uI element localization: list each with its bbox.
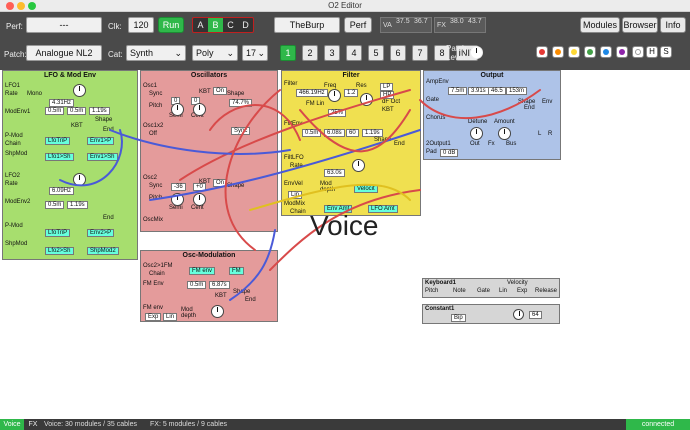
patch-name-field[interactable]: Analogue NL2 [26,45,102,61]
app-window: O2 Editor Perf: --- Clk: 120 Run A B C D… [0,0,690,430]
cable-red[interactable] [179,89,411,181]
fx-info: FX: 5 modules / 9 cables [150,421,228,428]
chevron-down-icon: ⌄ [174,48,182,58]
patch-level-knob[interactable] [470,46,483,59]
color-red-button[interactable] [536,46,548,58]
variation-7[interactable]: 7 [412,45,428,61]
chevron-down-icon: ⌄ [226,48,234,58]
cable-blue[interactable] [59,129,123,187]
voices-value: 17 [246,48,257,58]
va-label: VA [383,22,392,29]
voices-select[interactable]: 17 ⌄ [242,45,268,61]
browser-button[interactable]: Browser [622,17,658,33]
poly-value: Poly [196,48,214,58]
variation-4[interactable]: 4 [346,45,362,61]
slot-b[interactable]: B [208,18,223,32]
minimize-window-button[interactable] [17,2,25,10]
patch-level-label: Patch Level: [446,44,468,62]
va-value-1: 37.5 [396,18,410,25]
show-button[interactable]: S [660,46,672,58]
slot-d[interactable]: D [238,18,253,32]
variation-3[interactable]: 3 [324,45,340,61]
category-label: Cat: [108,50,123,59]
hide-button[interactable]: H [646,46,658,58]
perf-name-field[interactable]: --- [26,17,102,33]
cable-blue[interactable] [109,129,291,155]
color-purple-button[interactable] [616,46,628,58]
window-title: O2 Editor [328,1,362,10]
va-value-2: 36.7 [414,18,428,25]
zoom-window-button[interactable] [28,2,36,10]
info-button[interactable]: Info [660,17,686,33]
va-meter: VA 37.5 36.7 [380,17,432,33]
status-bar: Voice FX Voice: 30 modules / 35 cables F… [0,419,690,430]
chevron-down-icon: ⌄ [257,48,265,58]
variation-6[interactable]: 6 [390,45,406,61]
slot-a[interactable]: A [193,18,208,32]
voice-label: Voice [310,210,379,241]
patch-canvas[interactable]: LFO & Mod Env LFO1 Rate Mono 4.31Hz ModE… [0,70,690,419]
cable-blue[interactable] [149,129,421,201]
modules-button[interactable]: Modules [580,17,620,33]
fx-label: FX [437,22,446,29]
perf-button[interactable]: Perf [344,17,372,33]
cable-red[interactable] [419,89,541,120]
color-white-button[interactable] [632,46,644,58]
variation-2[interactable]: 2 [302,45,318,61]
cable-red[interactable] [224,89,281,251]
performance-name-field[interactable]: TheBurp [274,17,340,33]
connection-status: connected [626,419,690,430]
variation-1[interactable]: 1 [280,45,296,61]
cable-blue[interactable] [229,229,276,301]
clock-input[interactable]: 120 [128,17,154,33]
fx-value-1: 38.0 [450,18,464,25]
color-orange-button[interactable] [552,46,564,58]
category-select[interactable]: Synth ⌄ [126,45,186,61]
close-window-button[interactable] [6,2,14,10]
run-button[interactable]: Run [158,17,184,33]
toolbar: Perf: --- Clk: 120 Run A B C D TheBurp P… [0,12,690,70]
fx-meter: FX 38.0 43.7 [434,17,486,33]
cable-red[interactable] [209,104,301,141]
voice-info: Voice: 30 modules / 35 cables [44,421,138,428]
title-bar: O2 Editor [0,0,690,12]
color-green-button[interactable] [584,46,596,58]
fx-tab[interactable]: FX [25,419,41,430]
patch-label: Patch: [4,50,27,59]
color-blue-button[interactable] [600,46,612,58]
color-yellow-button[interactable] [568,46,580,58]
slot-c[interactable]: C [223,18,238,32]
clk-label: Clk: [108,22,122,31]
fx-value-2: 43.7 [468,18,482,25]
patch-cables [59,89,541,301]
perf-label: Perf: [6,22,23,31]
slot-selector: A B C D [192,17,254,33]
variation-5[interactable]: 5 [368,45,384,61]
cable-red[interactable] [299,109,411,153]
poly-select[interactable]: Poly ⌄ [192,45,238,61]
category-value: Synth [130,48,154,58]
voice-tab[interactable]: Voice [0,419,24,430]
